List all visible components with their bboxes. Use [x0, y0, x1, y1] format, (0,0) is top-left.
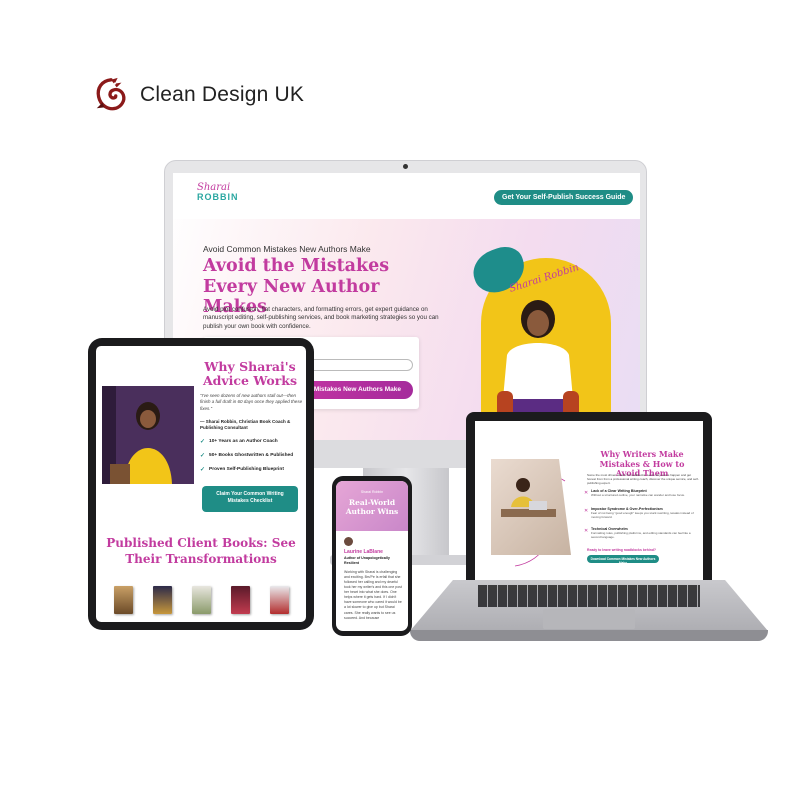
laptop-screen: Why Writers Make Mistakes & How to Avoid…	[475, 421, 703, 580]
list-item-desc: Formatting rules, publishing platforms, …	[591, 531, 691, 540]
writer-photo	[501, 478, 556, 517]
x-icon: ✕	[584, 490, 589, 496]
testimonial-role: Author of Unapologetically Resilient	[344, 556, 390, 565]
list-item-desc: Fear of not being "good enough" keeps yo…	[591, 511, 694, 520]
list-item: ✕ Lack of a Clear Writing Blueprint With…	[584, 489, 701, 497]
camera-dot	[403, 164, 408, 169]
laptop-front-edge	[410, 630, 768, 641]
site-logo[interactable]: Sharai ROBBIN	[197, 183, 239, 202]
laptop-photo	[491, 459, 571, 555]
tablet: Why Sharai's Advice Works "I've seen doz…	[88, 338, 314, 630]
x-icon: ✕	[584, 528, 589, 534]
testimonial-name: Laurine LaBlane	[344, 549, 383, 555]
avatar	[344, 537, 353, 546]
testimonial-body: Working with Sharai is challenging and e…	[344, 570, 402, 620]
checklist-button[interactable]: Claim Your Common Writing Mistakes Check…	[202, 486, 298, 512]
book-cover[interactable]	[270, 586, 289, 614]
nav-cta-button[interactable]: Get Your Self-Publish Success Guide	[494, 190, 634, 205]
tablet-heading: Why Sharai's Advice Works	[202, 359, 297, 389]
list-item-desc: Without a structured outline, your narra…	[591, 493, 685, 497]
list-item-label: Proven Self-Publishing Blueprint	[209, 467, 284, 472]
testimonial-quote: "I've seen dozens of new authors stall o…	[200, 393, 303, 411]
laptop-keyboard	[478, 585, 700, 607]
check-icon: ✓	[200, 467, 206, 473]
laptop-intro: Some the most driven writers hit roadblo…	[587, 473, 699, 486]
phone: Sharai Robbin Real-World Author Wins Lau…	[332, 476, 412, 636]
phone-brand: Sharai Robbin	[360, 490, 384, 494]
tablet-screen: Why Sharai's Advice Works "I've seen doz…	[96, 346, 306, 622]
brand-name: Clean Design UK	[140, 83, 305, 106]
phone-heading: Real-World Author Wins	[345, 498, 399, 516]
phone-screen: Sharai Robbin Real-World Author Wins Lau…	[336, 481, 408, 631]
check-icon: ✓	[200, 453, 206, 459]
books-title: Published Client Books: See Their Transf…	[106, 536, 296, 566]
laptop-trackpad	[543, 609, 635, 629]
list-item-label: 10+ Years as an Author Coach	[209, 439, 278, 444]
book-cover[interactable]	[192, 586, 211, 614]
list-item: ✓ Proven Self-Publishing Blueprint	[200, 466, 306, 473]
book-cover[interactable]	[231, 586, 250, 614]
dragon-logo-icon	[96, 77, 126, 111]
check-icon: ✓	[200, 439, 206, 445]
x-icon: ✕	[584, 508, 589, 514]
laptop-ready-text: Ready to leave writing roadblocks behind…	[587, 548, 656, 552]
list-item-label: 50+ Books Ghostwritten & Published	[209, 453, 294, 458]
brand-header: Clean Design UK	[92, 76, 304, 114]
hero-description: Avoid plot confusion, flat characters, a…	[203, 306, 439, 330]
hero-kicker: Avoid Common Mistakes New Authors Make	[203, 244, 371, 254]
list-item: ✕ Technical Overwhelm Formatting rules, …	[584, 527, 701, 540]
book-cover[interactable]	[153, 586, 172, 614]
coach-photo	[102, 386, 194, 484]
laptop: Why Writers Make Mistakes & How to Avoid…	[466, 412, 712, 580]
site-logo-wordmark: ROBBIN	[197, 192, 239, 202]
download-button[interactable]: Download Common Mistakes New Authors Mak…	[587, 555, 659, 565]
list-item: ✓ 10+ Years as an Author Coach	[200, 438, 306, 445]
book-cover[interactable]	[114, 586, 133, 614]
coach-portrait	[102, 386, 194, 484]
list-item: ✓ 50+ Books Ghostwritten & Published	[200, 452, 306, 459]
list-item: ✕ Impostor Syndrome & Over-Perfectionism…	[584, 507, 701, 520]
testimonial-attribution: — Sharai Robbin, Christian Book Coach & …	[200, 419, 291, 431]
